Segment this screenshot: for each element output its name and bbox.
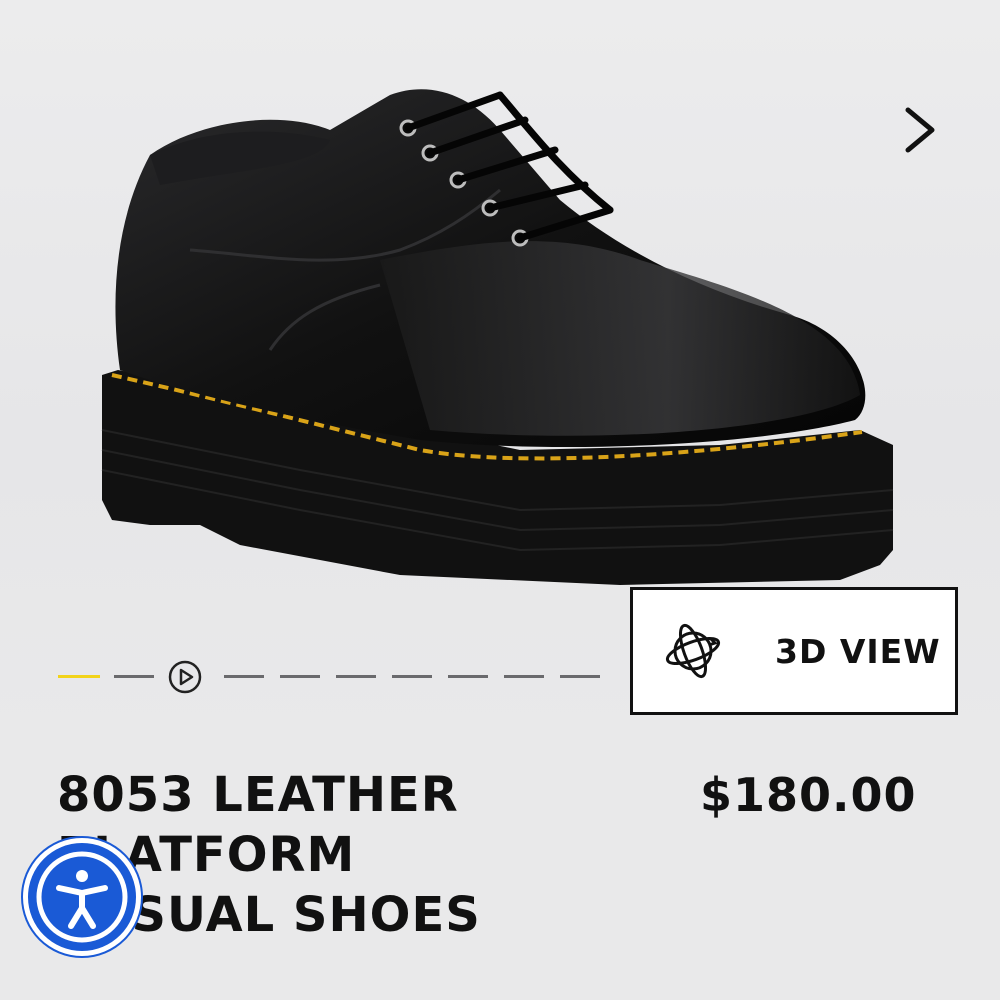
slide-indicator[interactable] [560, 675, 600, 678]
3d-view-label: 3D VIEW [775, 631, 941, 671]
product-title-line: PLATFORM [57, 827, 356, 883]
slide-indicator-active[interactable] [58, 675, 100, 678]
product-title-line: CASUAL SHOES [57, 887, 481, 943]
accessibility-person-icon [36, 851, 128, 943]
slide-indicator[interactable] [280, 675, 320, 678]
play-circle-icon[interactable] [168, 660, 202, 694]
slide-indicator[interactable] [448, 675, 488, 678]
slide-indicator[interactable] [114, 675, 154, 678]
slide-progress [58, 660, 628, 694]
slide-indicator[interactable] [504, 675, 544, 678]
product-title-line: 8053 LEATHER [57, 767, 459, 823]
slide-indicator[interactable] [224, 675, 264, 678]
slide-indicator[interactable] [336, 675, 376, 678]
accessibility-button[interactable] [23, 838, 141, 956]
rotate-3d-icon [665, 623, 721, 679]
slide-indicator[interactable] [392, 675, 432, 678]
product-title: 8053 LEATHER PLATFORM CASUAL SHOES [57, 765, 617, 945]
product-price: $180.00 [700, 768, 917, 822]
chevron-right-icon[interactable] [892, 100, 952, 160]
3d-view-button[interactable]: 3D VIEW [630, 587, 958, 715]
